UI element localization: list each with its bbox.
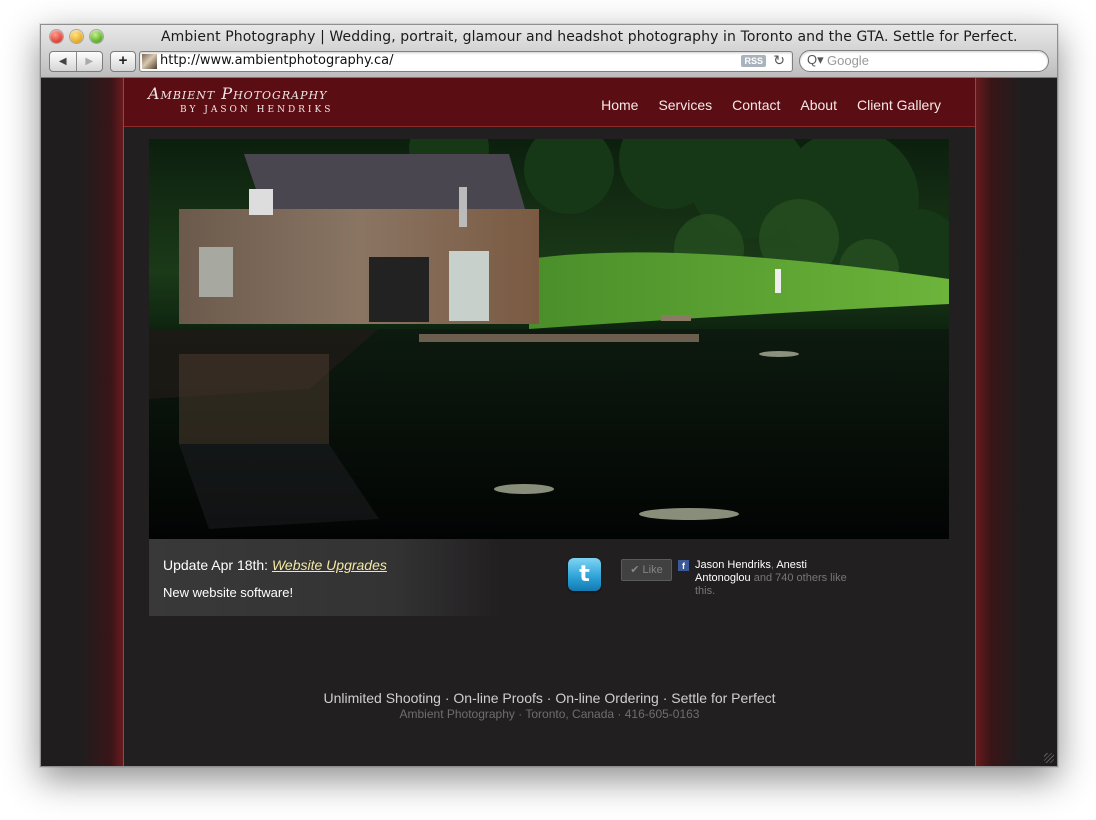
nav-client-gallery[interactable]: Client Gallery <box>857 97 941 113</box>
facebook-icon: f <box>678 560 689 571</box>
add-bookmark-button[interactable]: + <box>110 51 136 72</box>
site-header: Ambient Photography by Jason Hendriks Ho… <box>124 78 975 127</box>
forward-button[interactable]: ▶ <box>75 52 103 71</box>
search-field[interactable]: Q▾ Google <box>799 50 1049 72</box>
nav-contact[interactable]: Contact <box>732 97 780 113</box>
site-page: Ambient Photography by Jason Hendriks Ho… <box>123 78 976 766</box>
close-window-button[interactable] <box>50 30 63 43</box>
nav-about[interactable]: About <box>800 97 837 113</box>
url-text[interactable]: http://www.ambientphotography.ca/ <box>160 53 394 68</box>
boathouse-lake-photo <box>149 139 949 539</box>
update-link[interactable]: Website Upgrades <box>272 557 387 573</box>
browser-window: Ambient Photography | Wedding, portrait,… <box>40 24 1058 767</box>
footer-tagline: Unlimited Shooting · On-line Proofs · On… <box>323 690 776 706</box>
update-panel: Update Apr 18th: Website Upgrades New we… <box>149 539 499 616</box>
browser-chrome: Ambient Photography | Wedding, portrait,… <box>41 25 1057 78</box>
zoom-window-button[interactable] <box>90 30 103 43</box>
rss-button[interactable]: RSS <box>741 55 766 67</box>
footer-address: Ambient Photography · Toronto, Canada · … <box>399 707 700 721</box>
nav-services[interactable]: Services <box>658 97 712 113</box>
site-favicon-icon <box>142 54 157 69</box>
facebook-like-summary: Jason Hendriks, Anesti Antonoglou and 74… <box>695 559 855 598</box>
back-button[interactable]: ◀ <box>50 52 76 71</box>
update-heading: Update Apr 18th: Website Upgrades <box>163 557 387 573</box>
twitter-icon[interactable]: t <box>568 558 601 591</box>
main-nav: Home Services Contact About Client Galle… <box>601 97 941 113</box>
history-buttons: ◀ ▶ <box>49 51 103 72</box>
site-logo[interactable]: Ambient Photography <box>148 84 327 103</box>
window-title: Ambient Photography | Wedding, portrait,… <box>161 29 1018 45</box>
window-resize-grip[interactable] <box>1044 753 1054 763</box>
search-icon[interactable]: Q▾ <box>807 52 824 68</box>
update-date: Update Apr 18th: <box>163 557 272 573</box>
page-viewport: Ambient Photography by Jason Hendriks Ho… <box>41 78 1057 766</box>
nav-home[interactable]: Home <box>601 97 638 113</box>
reload-icon[interactable]: ↻ <box>773 52 785 69</box>
facebook-like-button[interactable]: ✔ Like <box>621 559 672 581</box>
update-body: New website software! <box>163 585 294 600</box>
address-bar[interactable]: http://www.ambientphotography.ca/ RSS ↻ <box>139 51 793 72</box>
facebook-friend-name[interactable]: Jason Hendriks <box>695 559 771 571</box>
hero-photo <box>149 139 949 539</box>
search-placeholder[interactable]: Google <box>827 53 869 68</box>
site-logo-byline: by Jason Hendriks <box>180 105 334 115</box>
minimize-window-button[interactable] <box>70 30 83 43</box>
